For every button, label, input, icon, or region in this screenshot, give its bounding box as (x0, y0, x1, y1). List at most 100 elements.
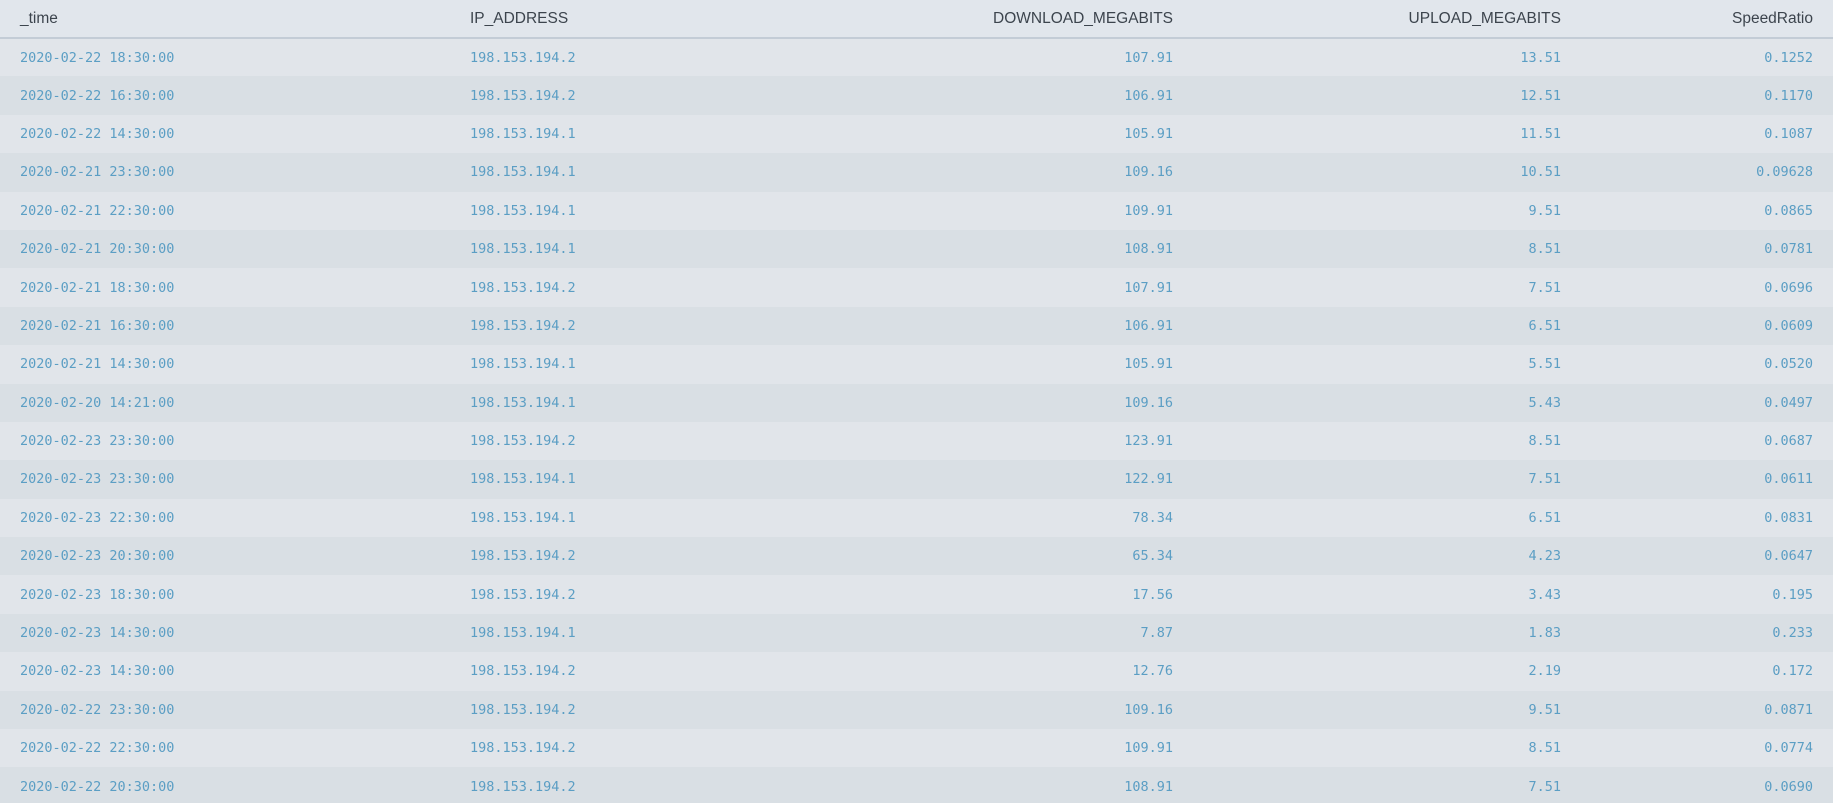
column-header-speed-ratio[interactable]: SpeedRatio (1581, 0, 1833, 38)
column-header-time[interactable]: _time (0, 0, 450, 38)
ip-address-cell[interactable]: 198.153.194.2 (450, 537, 920, 575)
download-megabits-cell[interactable]: 108.91 (920, 230, 1193, 268)
speed-ratio-cell[interactable]: 0.1252 (1581, 38, 1833, 76)
upload-megabits-cell[interactable]: 6.51 (1193, 499, 1581, 537)
ip-address-cell[interactable]: 198.153.194.1 (450, 192, 920, 230)
download-megabits-cell[interactable]: 7.87 (920, 614, 1193, 652)
ip-address-cell[interactable]: 198.153.194.2 (450, 767, 920, 803)
time-cell[interactable]: 2020-02-22 23:30:00 (0, 691, 450, 729)
download-megabits-cell[interactable]: 123.91 (920, 422, 1193, 460)
download-megabits-cell[interactable]: 109.91 (920, 192, 1193, 230)
time-cell[interactable]: 2020-02-23 20:30:00 (0, 537, 450, 575)
ip-address-cell[interactable]: 198.153.194.2 (450, 652, 920, 690)
speed-ratio-cell[interactable]: 0.0774 (1581, 729, 1833, 767)
time-cell[interactable]: 2020-02-23 18:30:00 (0, 575, 450, 613)
speed-ratio-cell[interactable]: 0.0831 (1581, 499, 1833, 537)
speed-ratio-cell[interactable]: 0.0696 (1581, 268, 1833, 306)
download-megabits-cell[interactable]: 65.34 (920, 537, 1193, 575)
download-megabits-cell[interactable]: 108.91 (920, 767, 1193, 803)
column-header-ip-address[interactable]: IP_ADDRESS (450, 0, 920, 38)
speed-ratio-cell[interactable]: 0.0611 (1581, 460, 1833, 498)
upload-megabits-cell[interactable]: 7.51 (1193, 767, 1581, 803)
time-cell[interactable]: 2020-02-23 14:30:00 (0, 652, 450, 690)
ip-address-cell[interactable]: 198.153.194.2 (450, 307, 920, 345)
upload-megabits-cell[interactable]: 8.51 (1193, 230, 1581, 268)
download-megabits-cell[interactable]: 109.16 (920, 153, 1193, 191)
upload-megabits-cell[interactable]: 2.19 (1193, 652, 1581, 690)
upload-megabits-cell[interactable]: 9.51 (1193, 691, 1581, 729)
speed-ratio-cell[interactable]: 0.0687 (1581, 422, 1833, 460)
upload-megabits-cell[interactable]: 3.43 (1193, 575, 1581, 613)
time-cell[interactable]: 2020-02-23 14:30:00 (0, 614, 450, 652)
speed-ratio-cell[interactable]: 0.0871 (1581, 691, 1833, 729)
ip-address-cell[interactable]: 198.153.194.1 (450, 345, 920, 383)
time-cell[interactable]: 2020-02-21 23:30:00 (0, 153, 450, 191)
upload-megabits-cell[interactable]: 7.51 (1193, 268, 1581, 306)
time-cell[interactable]: 2020-02-23 23:30:00 (0, 460, 450, 498)
speed-ratio-cell[interactable]: 0.1170 (1581, 76, 1833, 114)
time-cell[interactable]: 2020-02-22 20:30:00 (0, 767, 450, 803)
download-megabits-cell[interactable]: 109.91 (920, 729, 1193, 767)
speed-ratio-cell[interactable]: 0.0647 (1581, 537, 1833, 575)
download-megabits-cell[interactable]: 17.56 (920, 575, 1193, 613)
time-cell[interactable]: 2020-02-21 22:30:00 (0, 192, 450, 230)
time-cell[interactable]: 2020-02-22 14:30:00 (0, 115, 450, 153)
upload-megabits-cell[interactable]: 7.51 (1193, 460, 1581, 498)
ip-address-cell[interactable]: 198.153.194.1 (450, 460, 920, 498)
download-megabits-cell[interactable]: 107.91 (920, 268, 1193, 306)
speed-ratio-cell[interactable]: 0.172 (1581, 652, 1833, 690)
speed-ratio-cell[interactable]: 0.233 (1581, 614, 1833, 652)
time-cell[interactable]: 2020-02-20 14:21:00 (0, 384, 450, 422)
speed-ratio-cell[interactable]: 0.195 (1581, 575, 1833, 613)
time-cell[interactable]: 2020-02-22 22:30:00 (0, 729, 450, 767)
speed-ratio-cell[interactable]: 0.09628 (1581, 153, 1833, 191)
download-megabits-cell[interactable]: 109.16 (920, 384, 1193, 422)
time-cell[interactable]: 2020-02-21 14:30:00 (0, 345, 450, 383)
upload-megabits-cell[interactable]: 12.51 (1193, 76, 1581, 114)
upload-megabits-cell[interactable]: 5.43 (1193, 384, 1581, 422)
ip-address-cell[interactable]: 198.153.194.1 (450, 614, 920, 652)
speed-ratio-cell[interactable]: 0.0690 (1581, 767, 1833, 803)
download-megabits-cell[interactable]: 122.91 (920, 460, 1193, 498)
ip-address-cell[interactable]: 198.153.194.2 (450, 268, 920, 306)
time-cell[interactable]: 2020-02-21 20:30:00 (0, 230, 450, 268)
download-megabits-cell[interactable]: 106.91 (920, 76, 1193, 114)
time-cell[interactable]: 2020-02-23 22:30:00 (0, 499, 450, 537)
upload-megabits-cell[interactable]: 13.51 (1193, 38, 1581, 76)
time-cell[interactable]: 2020-02-22 18:30:00 (0, 38, 450, 76)
speed-ratio-cell[interactable]: 0.0609 (1581, 307, 1833, 345)
ip-address-cell[interactable]: 198.153.194.1 (450, 230, 920, 268)
time-cell[interactable]: 2020-02-21 16:30:00 (0, 307, 450, 345)
ip-address-cell[interactable]: 198.153.194.2 (450, 729, 920, 767)
download-megabits-cell[interactable]: 105.91 (920, 115, 1193, 153)
download-megabits-cell[interactable]: 105.91 (920, 345, 1193, 383)
speed-ratio-cell[interactable]: 0.0865 (1581, 192, 1833, 230)
ip-address-cell[interactable]: 198.153.194.1 (450, 499, 920, 537)
speed-ratio-cell[interactable]: 0.1087 (1581, 115, 1833, 153)
upload-megabits-cell[interactable]: 1.83 (1193, 614, 1581, 652)
upload-megabits-cell[interactable]: 8.51 (1193, 729, 1581, 767)
upload-megabits-cell[interactable]: 9.51 (1193, 192, 1581, 230)
upload-megabits-cell[interactable]: 10.51 (1193, 153, 1581, 191)
upload-megabits-cell[interactable]: 6.51 (1193, 307, 1581, 345)
speed-ratio-cell[interactable]: 0.0781 (1581, 230, 1833, 268)
ip-address-cell[interactable]: 198.153.194.1 (450, 115, 920, 153)
time-cell[interactable]: 2020-02-23 23:30:00 (0, 422, 450, 460)
time-cell[interactable]: 2020-02-21 18:30:00 (0, 268, 450, 306)
column-header-upload-megabits[interactable]: UPLOAD_MEGABITS (1193, 0, 1581, 38)
ip-address-cell[interactable]: 198.153.194.2 (450, 76, 920, 114)
ip-address-cell[interactable]: 198.153.194.2 (450, 38, 920, 76)
speed-ratio-cell[interactable]: 0.0520 (1581, 345, 1833, 383)
speed-ratio-cell[interactable]: 0.0497 (1581, 384, 1833, 422)
time-cell[interactable]: 2020-02-22 16:30:00 (0, 76, 450, 114)
download-megabits-cell[interactable]: 12.76 (920, 652, 1193, 690)
ip-address-cell[interactable]: 198.153.194.1 (450, 384, 920, 422)
upload-megabits-cell[interactable]: 4.23 (1193, 537, 1581, 575)
download-megabits-cell[interactable]: 106.91 (920, 307, 1193, 345)
upload-megabits-cell[interactable]: 5.51 (1193, 345, 1581, 383)
ip-address-cell[interactable]: 198.153.194.2 (450, 422, 920, 460)
upload-megabits-cell[interactable]: 8.51 (1193, 422, 1581, 460)
download-megabits-cell[interactable]: 109.16 (920, 691, 1193, 729)
ip-address-cell[interactable]: 198.153.194.1 (450, 153, 920, 191)
ip-address-cell[interactable]: 198.153.194.2 (450, 575, 920, 613)
